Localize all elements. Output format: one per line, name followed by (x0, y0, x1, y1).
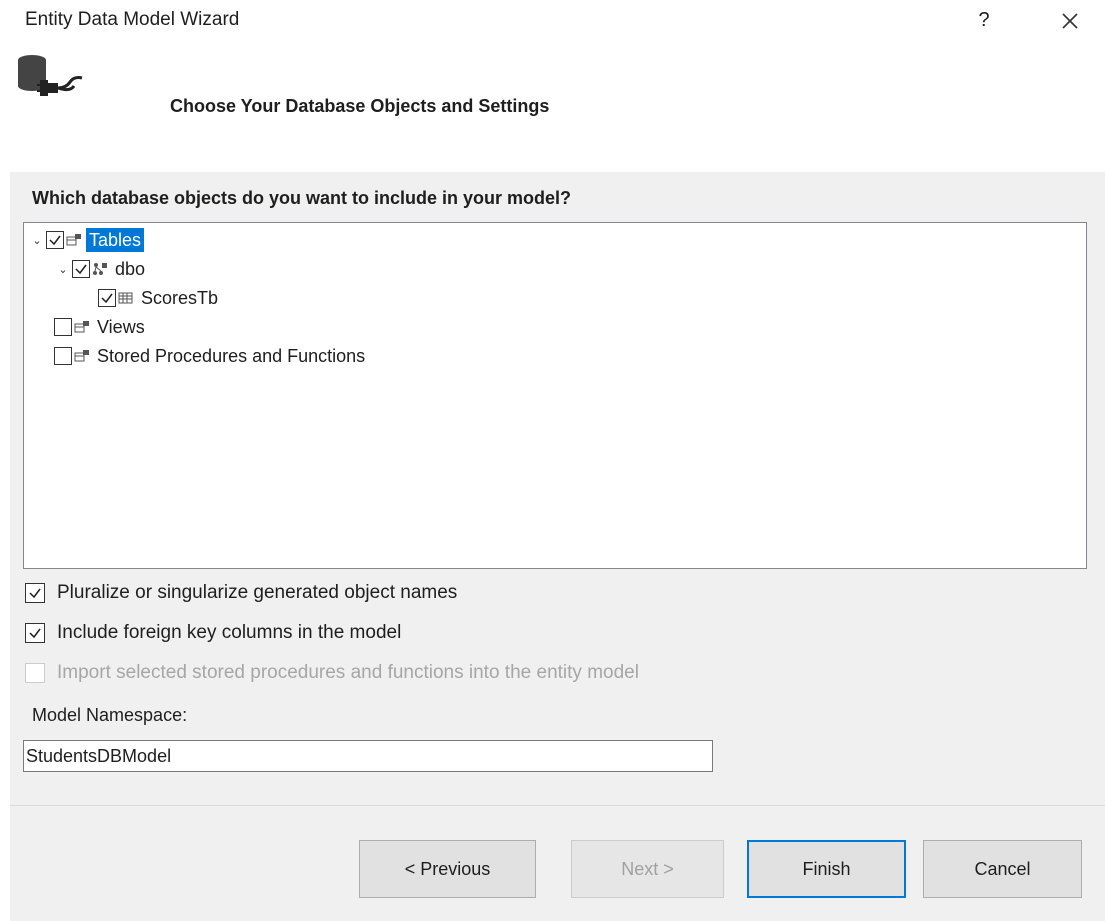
import-procs-label: Import selected stored procedures and fu… (57, 662, 639, 683)
pluralize-checkbox[interactable] (25, 583, 45, 603)
tree-label-tables: Tables (86, 228, 145, 252)
procedures-checkbox[interactable] (54, 347, 72, 365)
foreign-keys-label: Include foreign key columns in the model (57, 622, 402, 643)
tree-node-procedures[interactable]: Stored Procedures and Functions (54, 343, 368, 369)
tree-node-views[interactable]: Views (54, 314, 148, 340)
chevron-down-icon[interactable]: ⌄ (28, 227, 46, 253)
tree-node-scorestb[interactable]: ScoresTb (98, 285, 221, 311)
import-procs-checkbox (25, 663, 45, 683)
close-icon (1062, 13, 1078, 29)
tables-checkbox[interactable] (46, 231, 64, 249)
tree-node-dbo[interactable]: ⌄ dbo (54, 256, 148, 282)
tables-icon (66, 233, 82, 247)
import-procs-option: Import selected stored procedures and fu… (25, 660, 639, 686)
chevron-down-icon[interactable]: ⌄ (54, 256, 72, 282)
scorestb-checkbox[interactable] (98, 289, 116, 307)
title-bar: Entity Data Model Wizard ? (0, 0, 1105, 40)
table-icon (118, 291, 134, 305)
objects-tree[interactable]: ⌄ Tables ⌄ dbo ScoresTb Views Stored Pro… (23, 222, 1087, 569)
pluralize-option[interactable]: Pluralize or singularize generated objec… (25, 580, 457, 606)
dbo-checkbox[interactable] (72, 260, 90, 278)
tree-node-tables[interactable]: ⌄ Tables (28, 227, 145, 253)
namespace-input[interactable] (23, 740, 713, 772)
database-connection-icon (18, 55, 83, 96)
views-icon (74, 320, 90, 334)
window-title: Entity Data Model Wizard (25, 9, 240, 30)
tree-label-views: Views (97, 316, 145, 337)
objects-question: Which database objects do you want to in… (32, 188, 572, 208)
next-button: Next > (571, 840, 724, 898)
close-button[interactable] (1054, 6, 1086, 36)
schema-icon (92, 262, 108, 276)
content-panel: Which database objects do you want to in… (10, 172, 1105, 805)
tree-label-scorestb: ScoresTb (141, 287, 219, 308)
pluralize-label: Pluralize or singularize generated objec… (57, 582, 458, 603)
page-title: Choose Your Database Objects and Setting… (170, 96, 550, 116)
finish-button[interactable]: Finish (747, 840, 906, 898)
previous-button[interactable]: < Previous (359, 840, 536, 898)
namespace-label: Model Namespace: (32, 705, 188, 725)
views-checkbox[interactable] (54, 318, 72, 336)
tree-label-dbo: dbo (115, 258, 146, 279)
procedures-icon (74, 349, 90, 363)
foreign-keys-checkbox[interactable] (25, 623, 45, 643)
button-bar: < Previous Next > Finish Cancel (10, 805, 1105, 921)
help-button[interactable]: ? (970, 6, 998, 34)
tree-label-procedures: Stored Procedures and Functions (97, 345, 366, 366)
cancel-button[interactable]: Cancel (923, 840, 1082, 898)
foreign-keys-option[interactable]: Include foreign key columns in the model (25, 620, 401, 646)
